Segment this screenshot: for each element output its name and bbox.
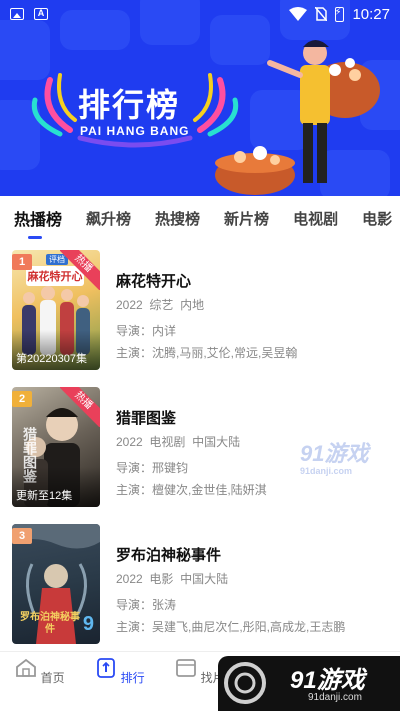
image-notification-icon	[10, 8, 24, 20]
episode-label: 第20220307集	[16, 353, 87, 365]
watermark-url: 91danji.com	[308, 692, 362, 703]
hot-ribbon: 热播	[60, 250, 100, 290]
tab-new[interactable]: 新片榜	[224, 208, 269, 229]
tab-movie[interactable]: 电影	[362, 208, 392, 229]
banner: A 10:27 排行榜 PAI HANG BANG	[0, 0, 400, 196]
watermark-text: 91游戏	[290, 667, 365, 694]
text-notification-icon: A	[34, 8, 48, 20]
rank-badge: 3	[12, 528, 32, 544]
status-time: 10:27	[352, 5, 390, 23]
watermark-logo: 91游戏 91danji.com	[300, 441, 369, 476]
item-cast: 主演：沈腾,马丽,艾伦,常远,吴昱翰	[116, 346, 298, 360]
item-director: 导演：张涛	[116, 598, 177, 612]
tab-tv[interactable]: 电视剧	[293, 208, 338, 229]
category-tabs: 热播榜 飙升榜 热搜榜 新片榜 电视剧 电影	[0, 196, 400, 240]
corner-watermark: 91游戏 91danji.com	[218, 656, 400, 711]
tab-search[interactable]: 热搜榜	[155, 208, 200, 229]
item-title[interactable]: 罗布泊神秘事件	[116, 544, 221, 565]
poster-image[interactable]: 罗布泊神秘事件 9 3	[12, 524, 100, 644]
item-title[interactable]: 麻花特开心	[116, 270, 191, 291]
tab-hot[interactable]: 热播榜	[14, 206, 62, 239]
ranking-icon	[97, 658, 116, 678]
item-cast: 主演：吴建飞,曲尼次仁,彤阳,高成龙,王志鹏	[116, 620, 346, 634]
film-icon	[176, 659, 197, 677]
item-title[interactable]: 猎罪图鉴	[116, 407, 176, 428]
rank-badge: 1	[12, 254, 32, 270]
wifi-icon	[289, 7, 308, 21]
item-director: 导演：内详	[116, 324, 177, 338]
list-item[interactable]: 麻花特开心 评档 1 热播 第20220307集 麻花特开心 2022 综艺 内…	[0, 250, 400, 375]
item-info: 2022 电视剧 中国大陆	[116, 435, 241, 449]
poster-image[interactable]: 猎罪图鉴 2 热播 更新至12集	[12, 387, 100, 507]
poster-number: 9	[82, 613, 94, 635]
episode-label: 更新至12集	[16, 490, 73, 502]
no-sim-icon	[315, 7, 328, 21]
poster-title-text: 罗布泊神秘事件	[20, 612, 80, 635]
tab-rising[interactable]: 飙升榜	[86, 208, 131, 229]
home-icon	[16, 658, 37, 677]
hot-ribbon: 热播	[60, 387, 100, 427]
list-item[interactable]: 罗布泊神秘事件 9 3 罗布泊神秘事件 2022 电影 中国大陆 导演：张涛 主…	[0, 524, 400, 649]
person-with-sack-illustration	[215, 40, 380, 195]
rank-badge: 2	[12, 391, 32, 407]
nav-home[interactable]: 首页	[10, 658, 70, 686]
watermark-ring-icon	[224, 662, 266, 704]
nav-ranking[interactable]: 排行	[90, 658, 150, 686]
item-info: 2022 综艺 内地	[116, 298, 205, 312]
banner-subtitle: PAI HANG BANG	[80, 124, 190, 138]
item-info: 2022 电影 中国大陆	[116, 572, 229, 586]
poster-image[interactable]: 麻花特开心 评档 1 热播 第20220307集	[12, 250, 100, 370]
item-cast: 主演：檀健次,金世佳,陆妍淇	[116, 483, 267, 497]
status-bar: A 10:27	[0, 0, 400, 28]
banner-title: 排行榜	[78, 86, 181, 124]
battery-icon	[334, 6, 345, 22]
item-director: 导演：邢键钧	[116, 461, 189, 475]
